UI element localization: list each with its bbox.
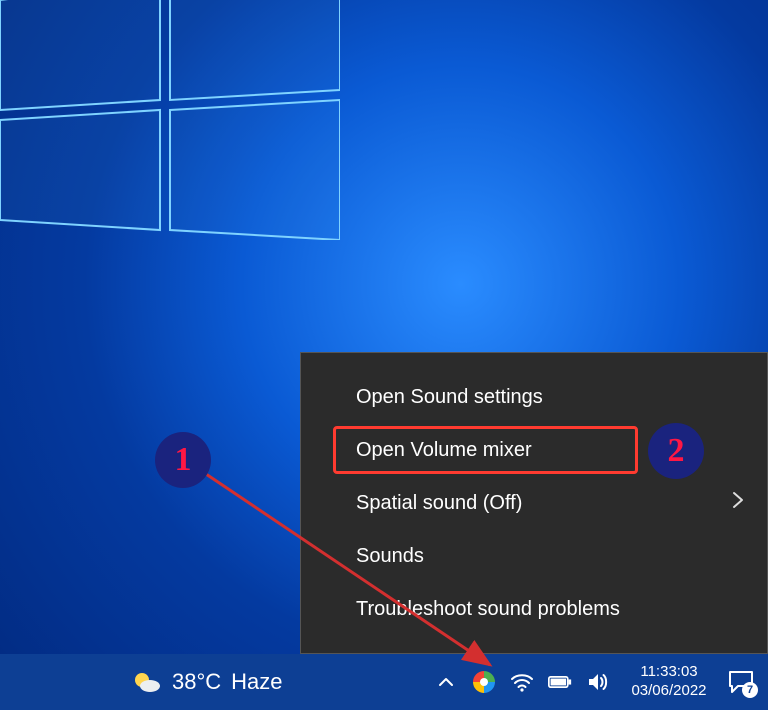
clock-date: 03/06/2022: [631, 682, 706, 701]
menu-spatial-sound[interactable]: Spatial sound (Off): [301, 481, 767, 525]
volume-icon[interactable]: [586, 670, 610, 694]
edge-icon[interactable]: [472, 670, 496, 694]
annotation-number: 1: [175, 441, 192, 479]
weather-widget[interactable]: 38°C Haze: [130, 666, 283, 698]
menu-item-label: Spatial sound (Off): [356, 492, 522, 514]
menu-troubleshoot-sound[interactable]: Troubleshoot sound problems: [301, 587, 767, 631]
menu-item-label: Sounds: [356, 545, 424, 567]
taskbar: 38°C Haze: [0, 654, 768, 710]
annotation-step-1: 1: [155, 432, 211, 488]
clock-time: 11:33:03: [640, 663, 697, 682]
weather-temp: 38°C: [172, 669, 221, 695]
annotation-number: 2: [668, 432, 685, 470]
system-tray: 11:33:03 03/06/2022 7: [434, 663, 768, 701]
menu-item-label: Open Sound settings: [356, 386, 543, 408]
notification-badge: 7: [742, 682, 758, 698]
chevron-right-icon: [731, 489, 745, 517]
sound-context-menu: Open Sound settings Open Volume mixer Sp…: [300, 352, 768, 654]
tray-overflow-icon[interactable]: [434, 670, 458, 694]
action-center-icon[interactable]: 7: [728, 670, 754, 694]
menu-sounds[interactable]: Sounds: [301, 534, 767, 578]
annotation-step-2: 2: [648, 423, 704, 479]
weather-icon: [130, 666, 162, 698]
wifi-icon[interactable]: [510, 670, 534, 694]
menu-item-label: Open Volume mixer: [356, 439, 532, 461]
taskbar-clock[interactable]: 11:33:03 03/06/2022: [624, 663, 714, 701]
menu-item-label: Troubleshoot sound problems: [356, 598, 620, 620]
battery-icon[interactable]: [548, 670, 572, 694]
menu-open-sound-settings[interactable]: Open Sound settings: [301, 375, 767, 419]
weather-condition: Haze: [231, 669, 282, 695]
